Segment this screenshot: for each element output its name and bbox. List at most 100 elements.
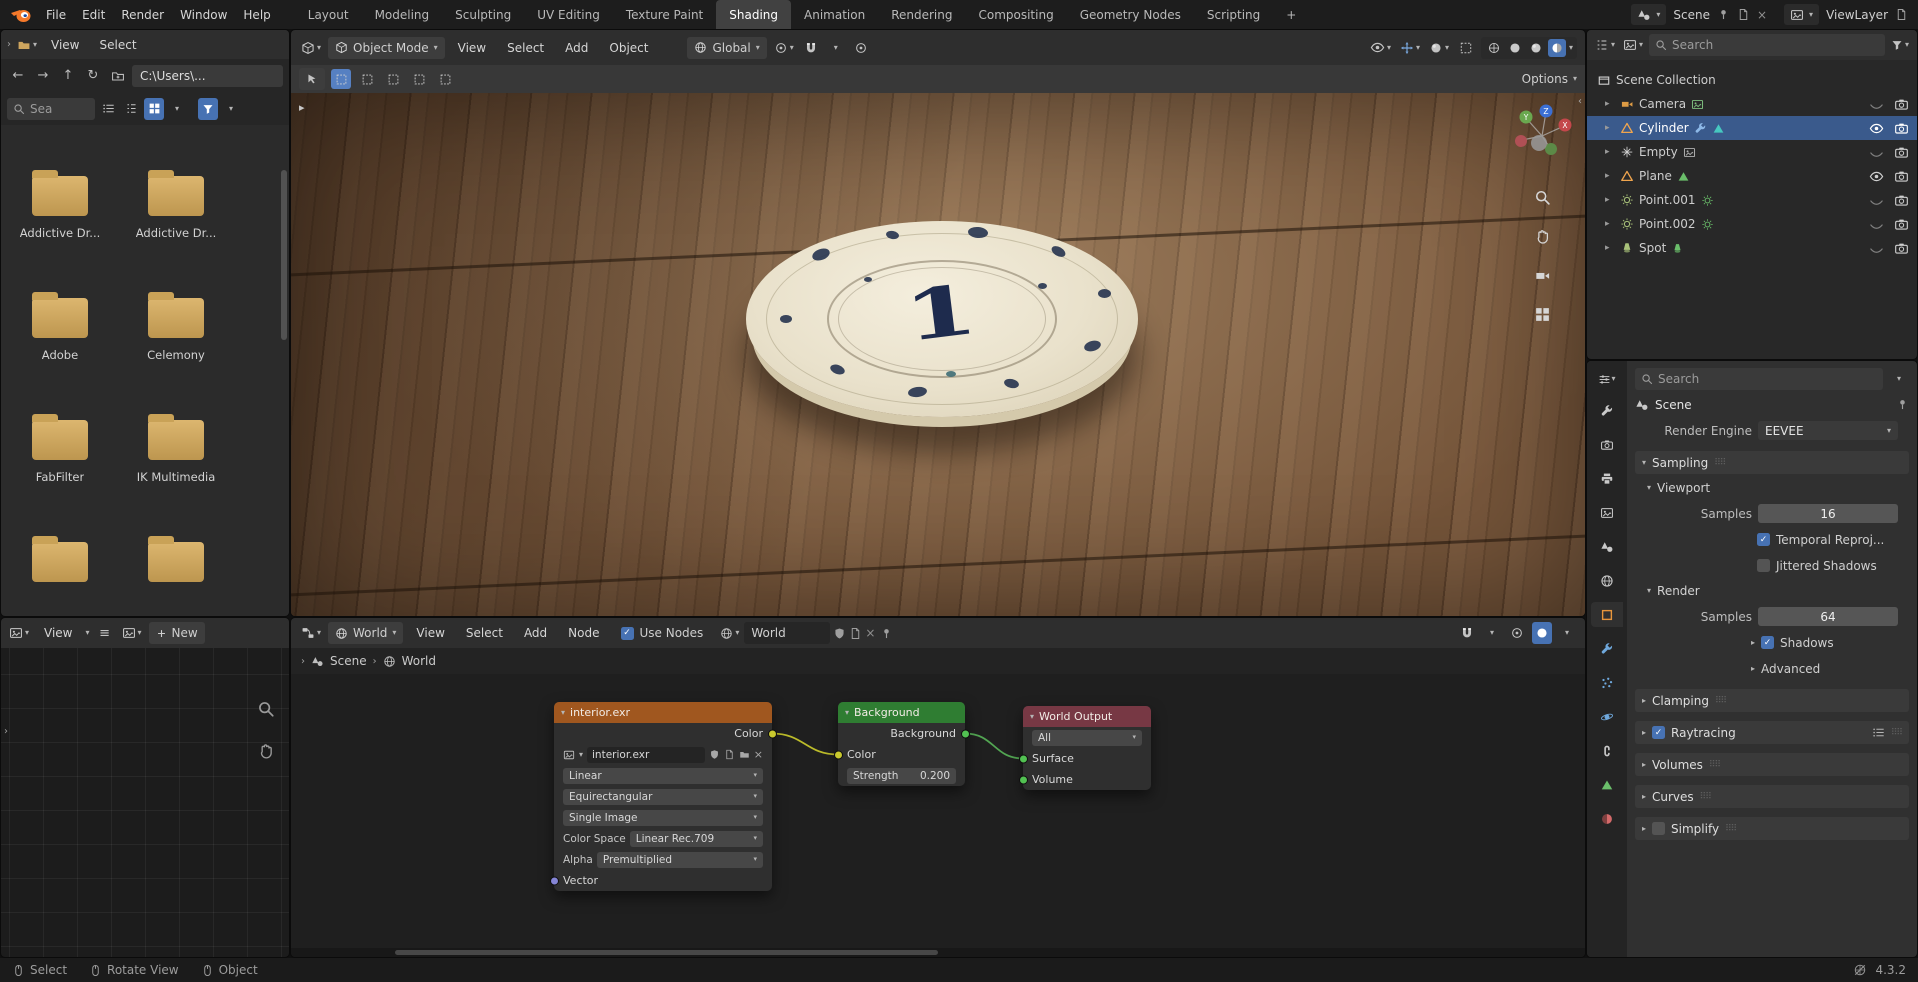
tab-compositing[interactable]: Compositing bbox=[965, 0, 1066, 29]
tab-uv-editing[interactable]: UV Editing bbox=[524, 0, 613, 29]
tab-object-data[interactable] bbox=[1591, 772, 1623, 797]
render-engine-dropdown[interactable]: EEVEE ▾ bbox=[1758, 421, 1898, 440]
display-horizontal-list-button[interactable] bbox=[121, 98, 141, 120]
section-clamping[interactable]: ▸ Clamping ⠿⠿ bbox=[1635, 689, 1909, 712]
display-vertical-list-button[interactable] bbox=[98, 98, 118, 120]
unlink-image-icon[interactable]: × bbox=[754, 748, 763, 761]
outliner-row-point-001[interactable]: ▸ Point.001 bbox=[1587, 188, 1917, 212]
image-editor-modes-button[interactable]: ≡ bbox=[95, 622, 115, 644]
disable-render-icon[interactable] bbox=[1894, 169, 1909, 184]
node-environment-texture[interactable]: ▾ interior.exr Color ▾ interior.exr × bbox=[554, 702, 772, 891]
gizmos-dropdown[interactable]: ▾ bbox=[1398, 37, 1422, 59]
editor-type-selector[interactable]: ▾ bbox=[15, 34, 39, 56]
create-folder-button[interactable] bbox=[107, 65, 129, 87]
fake-user-shield-icon[interactable] bbox=[709, 749, 720, 760]
tab-world[interactable] bbox=[1591, 568, 1623, 593]
path-field[interactable]: C:\Users\... bbox=[132, 65, 283, 87]
vp-menu-view[interactable]: View bbox=[450, 41, 494, 55]
interpolation-dropdown[interactable]: Linear▾ bbox=[563, 768, 763, 784]
subsection-render[interactable]: ▾ Render bbox=[1635, 580, 1909, 602]
disable-render-icon[interactable] bbox=[1894, 193, 1909, 208]
region-expand-icon[interactable]: › bbox=[7, 39, 11, 50]
file-search-input[interactable]: Sea bbox=[7, 98, 95, 120]
hide-eye-icon[interactable] bbox=[1869, 169, 1884, 184]
new-view-layer-icon[interactable] bbox=[1895, 8, 1908, 21]
forward-button[interactable]: → bbox=[32, 65, 54, 87]
tab-constraints[interactable] bbox=[1591, 738, 1623, 763]
strength-slider[interactable]: Strength 0.200 bbox=[847, 768, 956, 784]
display-thumbnails-button[interactable] bbox=[144, 98, 164, 120]
menu-render[interactable]: Render bbox=[113, 8, 172, 22]
properties-search-input[interactable]: Search bbox=[1635, 368, 1883, 390]
toolbar-expand-icon[interactable]: ▸ bbox=[299, 101, 305, 114]
outliner-row-plane[interactable]: ▸ Plane bbox=[1587, 164, 1917, 188]
outliner-row-spot[interactable]: ▸ Spot bbox=[1587, 236, 1917, 260]
pin-icon[interactable] bbox=[880, 627, 893, 640]
viewport-samples-field[interactable]: 16 bbox=[1758, 504, 1898, 523]
camera-view-icon[interactable] bbox=[1534, 267, 1551, 284]
overlays-dropdown[interactable]: ▾ bbox=[1427, 37, 1451, 59]
snap-toggle-button[interactable] bbox=[1457, 622, 1477, 644]
select-mode-intersect-button[interactable] bbox=[435, 69, 455, 89]
browse-world-button[interactable]: ▾ bbox=[718, 622, 741, 644]
snap-toggle-button[interactable] bbox=[801, 37, 821, 59]
navigation-gizmo[interactable]: Z Y X bbox=[1509, 101, 1575, 167]
drag-grip-icon[interactable]: ⠿⠿ bbox=[1715, 696, 1726, 706]
temporal-checkbox[interactable] bbox=[1757, 533, 1770, 546]
raytracing-checkbox[interactable] bbox=[1652, 726, 1665, 739]
expand-icon[interactable]: ▸ bbox=[1605, 147, 1615, 157]
drag-grip-icon[interactable]: ⠿⠿ bbox=[1709, 760, 1720, 770]
pin-icon[interactable] bbox=[1717, 8, 1730, 21]
menu-help[interactable]: Help bbox=[235, 8, 278, 22]
color-input-socket[interactable] bbox=[834, 750, 843, 759]
outliner-row-point-002[interactable]: ▸ Point.002 bbox=[1587, 212, 1917, 236]
disable-render-icon[interactable] bbox=[1894, 241, 1909, 256]
refresh-button[interactable]: ↻ bbox=[82, 65, 104, 87]
unlink-scene-icon[interactable]: × bbox=[1757, 8, 1767, 22]
up-button[interactable]: ↑ bbox=[57, 65, 79, 87]
tab-rendering[interactable]: Rendering bbox=[878, 0, 965, 29]
folder-item[interactable]: IK Multimedia bbox=[123, 420, 229, 484]
pin-icon[interactable] bbox=[1896, 398, 1909, 411]
region-expand-icon[interactable]: › bbox=[4, 726, 8, 737]
tab-shading[interactable]: Shading bbox=[716, 0, 791, 29]
vp-menu-object[interactable]: Object bbox=[601, 41, 656, 55]
scene-selector[interactable]: ▾ bbox=[1631, 4, 1666, 25]
image-browse-button[interactable]: ▾ bbox=[120, 622, 144, 644]
drag-grip-icon[interactable]: ⠿⠿ bbox=[1714, 458, 1725, 468]
folder-item[interactable]: FabFilter bbox=[7, 420, 113, 484]
breadcrumb-world[interactable]: World bbox=[402, 654, 436, 668]
zoom-icon[interactable] bbox=[257, 700, 275, 718]
drag-grip-icon[interactable]: ⠿⠿ bbox=[1891, 728, 1902, 738]
proportional-editing-button[interactable] bbox=[851, 37, 871, 59]
filter-settings-dropdown[interactable]: ▾ bbox=[221, 98, 241, 120]
section-volumes[interactable]: ▸ Volumes ⠿⠿ bbox=[1635, 753, 1909, 776]
shading-wireframe-button[interactable] bbox=[1485, 39, 1503, 57]
tab-texture-paint[interactable]: Texture Paint bbox=[613, 0, 716, 29]
sh-menu-view[interactable]: View bbox=[408, 626, 452, 640]
hide-eye-icon[interactable] bbox=[1869, 217, 1884, 232]
folder-item[interactable]: Adobe bbox=[7, 298, 113, 362]
imged-menu-view[interactable]: View bbox=[36, 626, 80, 640]
hide-eye-icon[interactable] bbox=[1869, 241, 1884, 256]
outliner-row-camera[interactable]: ▸ Camera bbox=[1587, 92, 1917, 116]
source-dropdown[interactable]: Single Image▾ bbox=[563, 810, 763, 826]
use-nodes-checkbox[interactable] bbox=[621, 627, 634, 640]
overlay-extra-button[interactable] bbox=[1507, 622, 1527, 644]
sh-menu-select[interactable]: Select bbox=[458, 626, 511, 640]
vp-menu-select[interactable]: Select bbox=[499, 41, 552, 55]
display-mode-dropdown[interactable]: ▾ bbox=[1621, 34, 1645, 56]
active-tool-button[interactable] bbox=[299, 68, 325, 90]
pan-hand-icon[interactable] bbox=[1534, 228, 1551, 245]
image-editor-canvas[interactable]: › bbox=[1, 648, 289, 957]
sh-menu-node[interactable]: Node bbox=[560, 626, 607, 640]
tab-scene[interactable] bbox=[1591, 534, 1623, 559]
tab-scripting[interactable]: Scripting bbox=[1194, 0, 1273, 29]
file-browser-scrollbar[interactable] bbox=[281, 170, 287, 340]
advanced-subpanel[interactable]: ▸ Advanced bbox=[1751, 662, 1820, 676]
snap-settings-dropdown[interactable]: ▾ bbox=[826, 37, 846, 59]
tab-output[interactable] bbox=[1591, 466, 1623, 491]
shading-rendered-button[interactable] bbox=[1548, 39, 1566, 57]
disable-render-icon[interactable] bbox=[1894, 145, 1909, 160]
disable-render-icon[interactable] bbox=[1894, 121, 1909, 136]
